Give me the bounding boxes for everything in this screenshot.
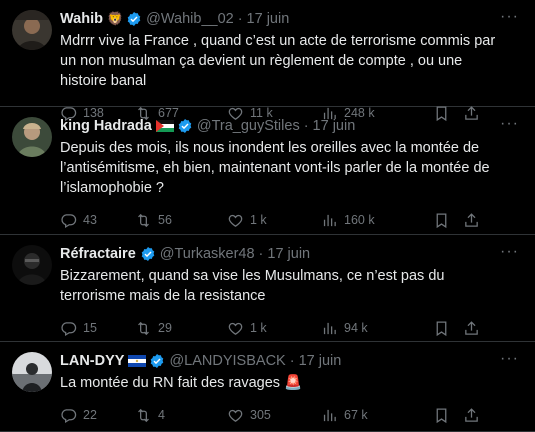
tweet-header: LAN-DYY @LANDYISBACK · 17 juin [60, 342, 523, 371]
like-icon [228, 322, 243, 335]
verified-badge-icon [177, 118, 193, 134]
like-icon [228, 214, 243, 227]
views-button[interactable]: 94 k [321, 320, 433, 337]
tweet[interactable]: LAN-DYY @LANDYISBACK · 17 juin ··· La mo… [0, 342, 535, 432]
tweet-text: Depuis des mois, ils nous inondent les o… [60, 140, 490, 196]
reply-count: 43 [83, 213, 97, 227]
tweet[interactable]: Réfractaire @Turkasker48 · 17 juin ··· B… [0, 235, 535, 342]
more-icon[interactable]: ··· [500, 351, 519, 367]
bookmark-button[interactable] [433, 407, 457, 424]
views-icon [323, 409, 336, 421]
display-name[interactable]: LAN-DYY [60, 353, 124, 369]
name-emoji: 🦁 [106, 11, 124, 26]
flag-icon [155, 120, 174, 132]
reply-button[interactable]: 15 [60, 320, 135, 337]
display-name[interactable]: king Hadrada [60, 118, 152, 134]
retweet-icon [138, 321, 149, 335]
retweet-count: 56 [158, 213, 172, 227]
separator: · [289, 353, 295, 369]
timestamp[interactable]: 17 juin [267, 246, 310, 262]
views-count: 67 k [344, 408, 368, 422]
flag-icon [128, 355, 147, 367]
share-icon [465, 320, 478, 335]
handle[interactable]: @LANDYISBACK [169, 353, 285, 369]
views-icon [323, 322, 336, 334]
share-button[interactable] [463, 212, 487, 229]
bookmark-button[interactable] [433, 320, 457, 337]
retweet-count: 29 [158, 321, 172, 335]
verified-badge-icon [140, 246, 156, 262]
views-button[interactable]: 160 k [321, 212, 433, 229]
separator: · [237, 11, 243, 27]
bookmark-icon [436, 212, 447, 228]
like-button[interactable]: 1 k [227, 212, 321, 229]
like-icon [228, 409, 243, 422]
views-button[interactable]: 67 k [321, 407, 433, 424]
retweet-icon [138, 408, 149, 422]
handle[interactable]: @Wahib__02 [146, 11, 234, 27]
verified-badge-icon [149, 353, 165, 369]
action-bar: 22 4 305 67 k [60, 405, 523, 425]
tweet[interactable]: Wahib 🦁 @Wahib__02 · 17 juin ··· Mdrrr v… [0, 0, 535, 121]
reply-icon [61, 408, 77, 423]
retweet-count: 4 [158, 408, 165, 422]
like-button[interactable]: 1 k [227, 320, 321, 337]
like-button[interactable]: 305 [227, 407, 321, 424]
bookmark-icon [436, 320, 447, 336]
retweet-button[interactable]: 4 [135, 407, 227, 424]
more-icon[interactable]: ··· [500, 244, 519, 260]
views-count: 94 k [344, 321, 368, 335]
views-count: 160 k [344, 213, 375, 227]
display-name[interactable]: Wahib [60, 11, 103, 27]
separator: · [303, 118, 309, 134]
action-bar: 43 56 1 k 160 k [60, 210, 523, 230]
avatar[interactable] [12, 245, 52, 285]
tweet-header: king Hadrada @Tra_guyStiles · 17 juin [60, 107, 523, 136]
tweet[interactable]: king Hadrada @Tra_guyStiles · 17 juin ··… [0, 107, 535, 235]
share-icon [465, 212, 478, 227]
avatar[interactable] [12, 10, 52, 50]
tweet-header: Wahib 🦁 @Wahib__02 · 17 juin [60, 0, 523, 29]
like-count: 1 k [250, 321, 267, 335]
reply-count: 22 [83, 408, 97, 422]
avatar[interactable] [12, 117, 52, 157]
tweet-text: Mdrrr vive la France , quand c’est un ac… [60, 33, 496, 89]
action-bar: 15 29 1 k 94 k [60, 318, 523, 338]
more-icon[interactable]: ··· [500, 116, 519, 132]
timestamp[interactable]: 17 juin [247, 11, 290, 27]
avatar[interactable] [12, 352, 52, 392]
reply-count: 15 [83, 321, 97, 335]
retweet-button[interactable]: 56 [135, 212, 227, 229]
verified-badge-icon [126, 11, 142, 27]
handle[interactable]: @Tra_guyStiles [197, 118, 300, 134]
like-count: 1 k [250, 213, 267, 227]
tweet-text: Bizzarement, quand sa vise les Musulmans… [60, 268, 445, 304]
share-button[interactable] [463, 320, 487, 337]
reply-button[interactable]: 43 [60, 212, 135, 229]
tweet-text: La montée du RN fait des ravages 🚨 [60, 375, 303, 391]
tweet-header: Réfractaire @Turkasker48 · 17 juin [60, 235, 523, 264]
bookmark-button[interactable] [433, 212, 457, 229]
timestamp[interactable]: 17 juin [313, 118, 356, 134]
bookmark-icon [436, 407, 447, 423]
separator: · [258, 246, 264, 262]
like-count: 305 [250, 408, 271, 422]
reply-button[interactable]: 22 [60, 407, 135, 424]
handle[interactable]: @Turkasker48 [160, 246, 255, 262]
retweet-icon [138, 213, 149, 227]
views-icon [323, 214, 336, 226]
retweet-button[interactable]: 29 [135, 320, 227, 337]
share-icon [465, 407, 478, 422]
share-button[interactable] [463, 407, 487, 424]
reply-icon [61, 213, 77, 228]
more-icon[interactable]: ··· [500, 9, 519, 25]
reply-icon [61, 321, 77, 336]
display-name[interactable]: Réfractaire [60, 246, 136, 262]
timestamp[interactable]: 17 juin [299, 353, 342, 369]
